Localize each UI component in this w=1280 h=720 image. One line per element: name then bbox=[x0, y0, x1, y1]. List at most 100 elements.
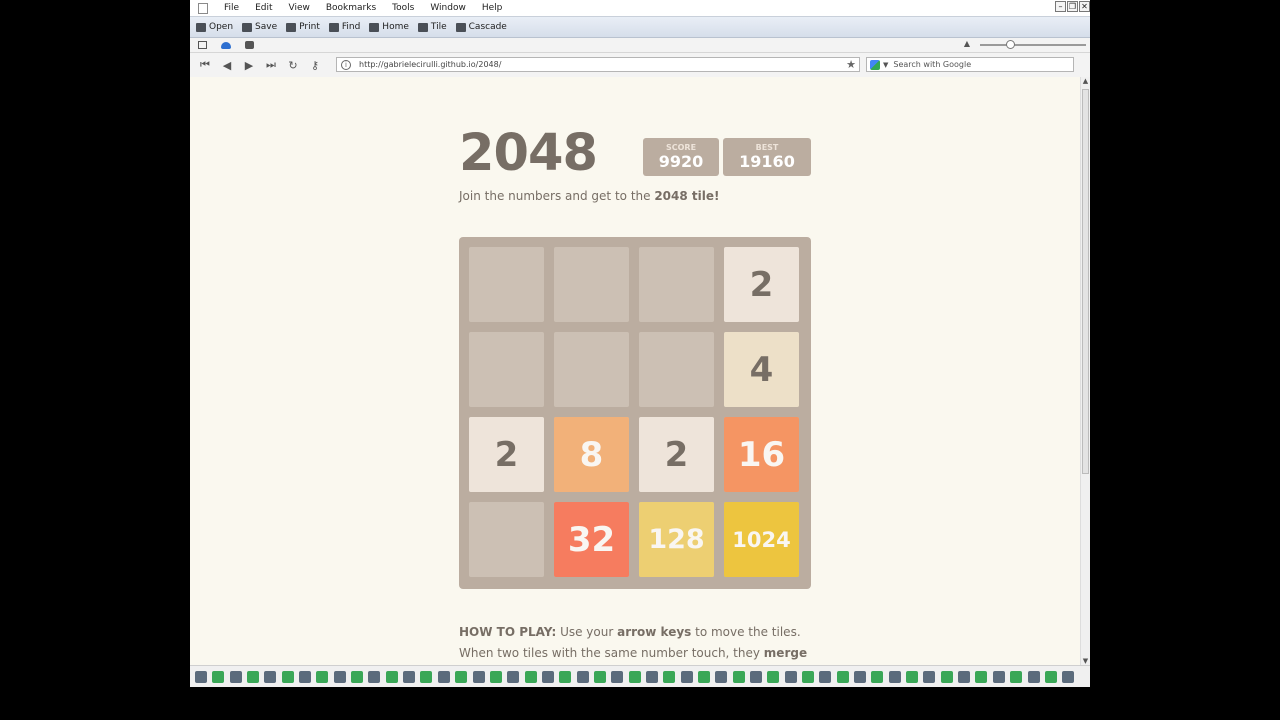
panel-shortcut-icon[interactable] bbox=[628, 670, 641, 683]
open-button[interactable]: Open bbox=[196, 22, 233, 32]
menu-file[interactable]: File bbox=[216, 3, 247, 13]
panel-shortcut-icon[interactable] bbox=[645, 670, 658, 683]
find-label: Find bbox=[341, 22, 361, 32]
panel-shortcut-icon[interactable] bbox=[212, 670, 225, 683]
home-button[interactable]: Home bbox=[369, 22, 409, 32]
panel-shortcut-icon[interactable] bbox=[420, 670, 433, 683]
score-label: SCORE bbox=[665, 143, 697, 152]
panel-shortcut-icon[interactable] bbox=[767, 670, 780, 683]
tile-button[interactable]: Tile bbox=[417, 22, 447, 32]
panel-shortcut-icon[interactable] bbox=[906, 670, 919, 683]
menu-tools[interactable]: Tools bbox=[384, 3, 422, 13]
panel-shortcut-icon[interactable] bbox=[489, 670, 502, 683]
panel-shortcut-icon[interactable] bbox=[923, 670, 936, 683]
minimize-button[interactable]: – bbox=[1055, 1, 1066, 12]
panel-toolbar: ▲ bbox=[190, 38, 1090, 53]
panel-shortcut-icon[interactable] bbox=[472, 670, 485, 683]
scroll-down-icon[interactable]: ▼ bbox=[1081, 657, 1090, 665]
panel-shortcut-icon[interactable] bbox=[316, 670, 329, 683]
print-button[interactable]: Print bbox=[286, 22, 320, 32]
panel-shortcut-icon[interactable] bbox=[836, 670, 849, 683]
google-icon[interactable] bbox=[870, 59, 880, 70]
fast-forward-button[interactable]: ⏭ bbox=[262, 58, 280, 72]
back-button[interactable]: ◀ bbox=[218, 59, 236, 72]
panel-shortcut-icon[interactable] bbox=[455, 670, 468, 683]
panel-shortcut-icon[interactable] bbox=[940, 670, 953, 683]
scrollbar-thumb[interactable] bbox=[1082, 89, 1089, 474]
panel-shortcut-icon[interactable] bbox=[888, 670, 901, 683]
panel-shortcut-icon[interactable] bbox=[680, 670, 693, 683]
close-button[interactable]: ✕ bbox=[1079, 1, 1090, 12]
panel-shortcut-icon[interactable] bbox=[247, 670, 260, 683]
panel-shortcut-icon[interactable] bbox=[333, 670, 346, 683]
cascade-button[interactable]: Cascade bbox=[455, 22, 507, 32]
panel-shortcut-icon[interactable] bbox=[1062, 670, 1075, 683]
menu-view[interactable]: View bbox=[281, 3, 318, 13]
game-board[interactable]: 2 4 2 8 2 16 32 128 1024 bbox=[459, 237, 811, 589]
save-button[interactable]: Save bbox=[242, 22, 277, 32]
panel-shortcut-icon[interactable] bbox=[715, 670, 728, 683]
panel-shortcut-icon[interactable] bbox=[264, 670, 277, 683]
address-bar[interactable]: i http://gabrielecirulli.github.io/2048/… bbox=[336, 57, 860, 72]
vertical-scrollbar[interactable]: ▲ ▼ bbox=[1080, 77, 1090, 665]
panel-shortcut-icon[interactable] bbox=[281, 670, 294, 683]
bookmark-star-icon[interactable]: ★ bbox=[846, 58, 856, 71]
panel-shortcut-icon[interactable] bbox=[403, 670, 416, 683]
search-bar[interactable]: ▼ Search with Google bbox=[866, 57, 1074, 72]
panel-shortcut-icon[interactable] bbox=[1027, 670, 1040, 683]
panel-shortcut-icon[interactable] bbox=[871, 670, 884, 683]
panel-shortcut-icon[interactable] bbox=[732, 670, 745, 683]
zoom-thumb[interactable] bbox=[1006, 40, 1015, 49]
panel-shortcut-icon[interactable] bbox=[368, 670, 381, 683]
panel-shortcut-icon[interactable] bbox=[507, 670, 520, 683]
panel-shortcut-icon[interactable] bbox=[802, 670, 815, 683]
grid-cell bbox=[554, 247, 629, 322]
collapse-chevron-icon[interactable]: ▲ bbox=[964, 39, 970, 48]
panel-shortcut-icon[interactable] bbox=[854, 670, 867, 683]
panel-shortcut-icon[interactable] bbox=[958, 670, 971, 683]
panel-shortcut-icon[interactable] bbox=[437, 670, 450, 683]
panel-shortcut-icon[interactable] bbox=[299, 670, 312, 683]
panel-shortcut-icon[interactable] bbox=[1044, 670, 1057, 683]
site-info-icon[interactable]: i bbox=[341, 59, 351, 70]
scroll-up-icon[interactable]: ▲ bbox=[1081, 77, 1090, 85]
menu-edit[interactable]: Edit bbox=[247, 3, 280, 13]
panel-shortcut-icon[interactable] bbox=[975, 670, 988, 683]
panel-shortcut-icon[interactable] bbox=[750, 670, 762, 683]
panel-shortcut-icon[interactable] bbox=[819, 670, 832, 683]
howto-label: HOW TO PLAY: bbox=[459, 625, 557, 639]
panel-shortcut-icon[interactable] bbox=[784, 670, 797, 683]
rewind-button[interactable]: ⏮ bbox=[196, 58, 214, 72]
restore-button[interactable]: ❐ bbox=[1067, 1, 1078, 12]
panel-shortcut-icon[interactable] bbox=[576, 670, 589, 683]
panel-shortcut-icon[interactable] bbox=[559, 670, 572, 683]
panel-shortcut-icon[interactable] bbox=[992, 670, 1005, 683]
tile-1024: 1024 bbox=[724, 502, 799, 577]
reload-button[interactable]: ↻ bbox=[284, 59, 302, 72]
panel-shortcut-icon[interactable] bbox=[524, 670, 537, 683]
panel-shortcut-icon[interactable] bbox=[663, 670, 676, 683]
panel-shortcut-icon[interactable] bbox=[351, 670, 364, 683]
panel-shortcut-icon[interactable] bbox=[611, 670, 624, 683]
cloud-icon[interactable] bbox=[221, 41, 231, 49]
sidebar-toggle-icon[interactable] bbox=[198, 41, 207, 49]
menu-window[interactable]: Window bbox=[422, 3, 474, 13]
tile-16: 16 bbox=[724, 417, 799, 492]
find-button[interactable]: Find bbox=[328, 22, 361, 32]
search-engine-dropdown-icon[interactable]: ▼ bbox=[883, 61, 888, 69]
panel-shortcut-icon[interactable] bbox=[1010, 670, 1023, 683]
panel-shortcut-icon[interactable] bbox=[229, 670, 242, 683]
panel-shortcut-icon[interactable] bbox=[697, 670, 710, 683]
panel-shortcut-icon[interactable] bbox=[385, 670, 398, 683]
wand-key-button[interactable]: ⚷ bbox=[306, 59, 324, 72]
panel-shortcut-icon[interactable] bbox=[195, 670, 207, 683]
menu-help[interactable]: Help bbox=[474, 3, 511, 13]
panel-shortcut-icon[interactable] bbox=[541, 670, 554, 683]
zoom-slider[interactable] bbox=[980, 40, 1086, 50]
panel-shortcut-icon[interactable] bbox=[593, 670, 606, 683]
menu-bookmarks[interactable]: Bookmarks bbox=[318, 3, 384, 13]
forward-button[interactable]: ▶ bbox=[240, 59, 258, 72]
save-label: Save bbox=[255, 22, 278, 32]
camera-icon[interactable] bbox=[245, 41, 254, 49]
tile-icon bbox=[417, 22, 428, 32]
